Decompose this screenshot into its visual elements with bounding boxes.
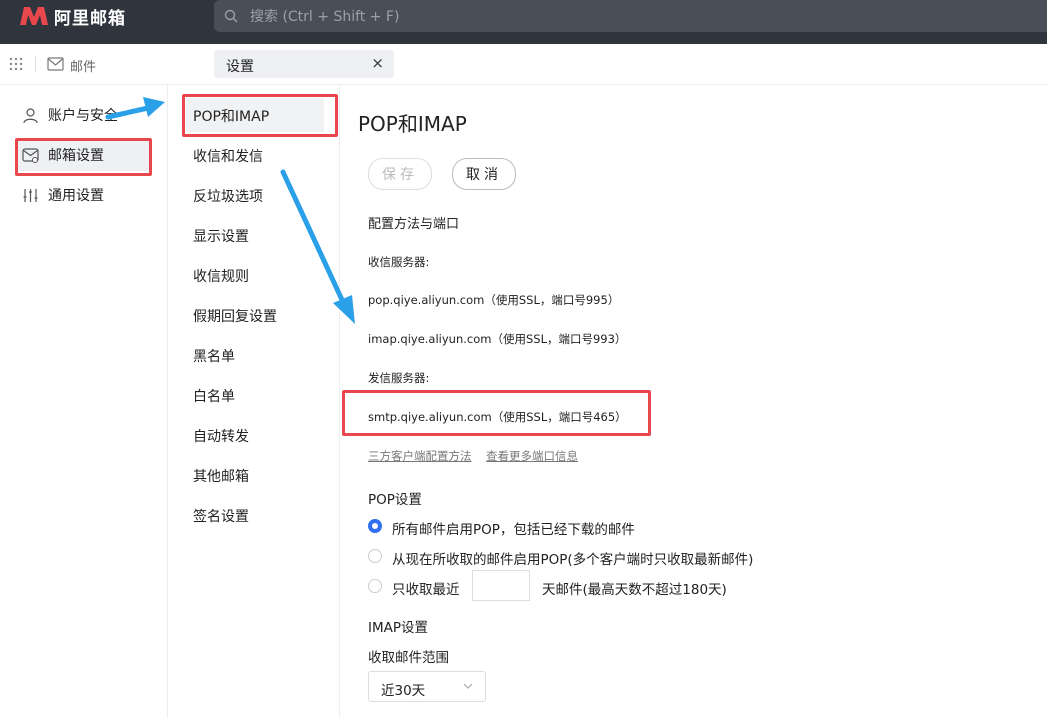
annotation-box-mailbox-settings: [15, 138, 152, 176]
chevron-down-icon: [463, 683, 473, 689]
arrow-head-left: [143, 97, 165, 117]
app-grid-icon[interactable]: [9, 57, 23, 71]
sub-nav-rules[interactable]: 收信规则: [193, 266, 249, 286]
top-bar: 阿里邮箱 搜索 (Ctrl + Shift + F): [0, 0, 1047, 44]
tab-settings[interactable]: 设置 ×: [214, 50, 394, 78]
pop-option-recent-label[interactable]: 只收取最近: [392, 578, 460, 598]
sub-nav-display[interactable]: 显示设置: [193, 226, 249, 246]
pop-option-new-radio[interactable]: [368, 549, 382, 563]
sub-nav-other-mailbox[interactable]: 其他邮箱: [193, 466, 249, 486]
close-icon[interactable]: ×: [371, 55, 384, 71]
pop-settings-heading: POP设置: [368, 492, 422, 508]
config-heading: 配置方法与端口: [368, 217, 460, 232]
sliders-icon: [23, 188, 38, 202]
annotation-box-pop-imap: [182, 94, 338, 137]
recent-days-input[interactable]: [472, 570, 530, 601]
mail-nav-label[interactable]: 邮件: [70, 56, 96, 75]
app-subbar: 邮件 设置 ×: [0, 44, 1047, 85]
left-nav-account-security[interactable]: 账户与安全: [18, 99, 118, 131]
sub-nav-send-receive[interactable]: 收信和发信: [193, 146, 263, 166]
pop-option-new-label[interactable]: 从现在所收取的邮件启用POP(多个客户端时只收取最新邮件): [392, 548, 753, 568]
settings-sub-nav: POP和IMAP 收信和发信 反垃圾选项 显示设置 收信规则 假期回复设置 黑名…: [167, 84, 340, 718]
divider: [35, 56, 36, 72]
imap-server-info: imap.qiye.aliyun.com（使用SSL，端口号993）: [368, 332, 627, 346]
annotation-arrows: [105, 97, 355, 324]
page-title: POP和IMAP: [358, 112, 467, 136]
cancel-button[interactable]: 取消: [452, 158, 516, 190]
left-nav-general-settings[interactable]: 通用设置: [18, 179, 104, 211]
imap-range-value: 近30天: [381, 683, 426, 699]
logo-m-icon: [20, 7, 48, 25]
outgoing-server-heading: 发信服务器:: [368, 371, 430, 385]
sub-nav-whitelist[interactable]: 白名单: [193, 386, 235, 406]
pop-server-info: pop.qiye.aliyun.com（使用SSL，端口号995）: [368, 293, 620, 307]
logo-text: 阿里邮箱: [54, 8, 126, 29]
imap-range-select[interactable]: 近30天: [368, 671, 486, 702]
pop-option-recent-radio[interactable]: [368, 579, 382, 593]
imap-range-label: 收取邮件范围: [368, 650, 449, 666]
mail-icon[interactable]: [47, 57, 64, 71]
sub-nav-blacklist[interactable]: 黑名单: [193, 346, 235, 366]
sub-nav-anti-spam[interactable]: 反垃圾选项: [193, 186, 263, 206]
left-nav-label: 账户与安全: [48, 108, 118, 124]
more-ports-link[interactable]: 查看更多端口信息: [486, 448, 578, 464]
pop-option-all-radio[interactable]: [368, 519, 382, 533]
incoming-server-heading: 收信服务器:: [368, 255, 430, 269]
search-icon: [224, 9, 238, 23]
left-nav-label: 通用设置: [48, 188, 104, 204]
user-icon: [23, 107, 38, 123]
save-button[interactable]: 保存: [368, 158, 432, 190]
tab-settings-label: 设置: [226, 59, 254, 75]
search-placeholder: 搜索 (Ctrl + Shift + F): [250, 9, 400, 25]
app-logo[interactable]: 阿里邮箱: [18, 5, 126, 29]
imap-settings-heading: IMAP设置: [368, 620, 429, 636]
client-config-link[interactable]: 三方客户端配置方法: [368, 448, 472, 464]
recent-days-suffix: 天邮件(最高天数不超过180天): [542, 582, 727, 598]
annotation-box-smtp: [342, 390, 651, 436]
sub-nav-vacation-reply[interactable]: 假期回复设置: [193, 306, 277, 326]
search-input[interactable]: 搜索 (Ctrl + Shift + F): [214, 0, 1047, 32]
sub-nav-auto-forward[interactable]: 自动转发: [193, 426, 249, 446]
pop-option-all-label[interactable]: 所有邮件启用POP，包括已经下载的邮件: [392, 518, 635, 538]
sub-nav-signature[interactable]: 签名设置: [193, 506, 249, 526]
